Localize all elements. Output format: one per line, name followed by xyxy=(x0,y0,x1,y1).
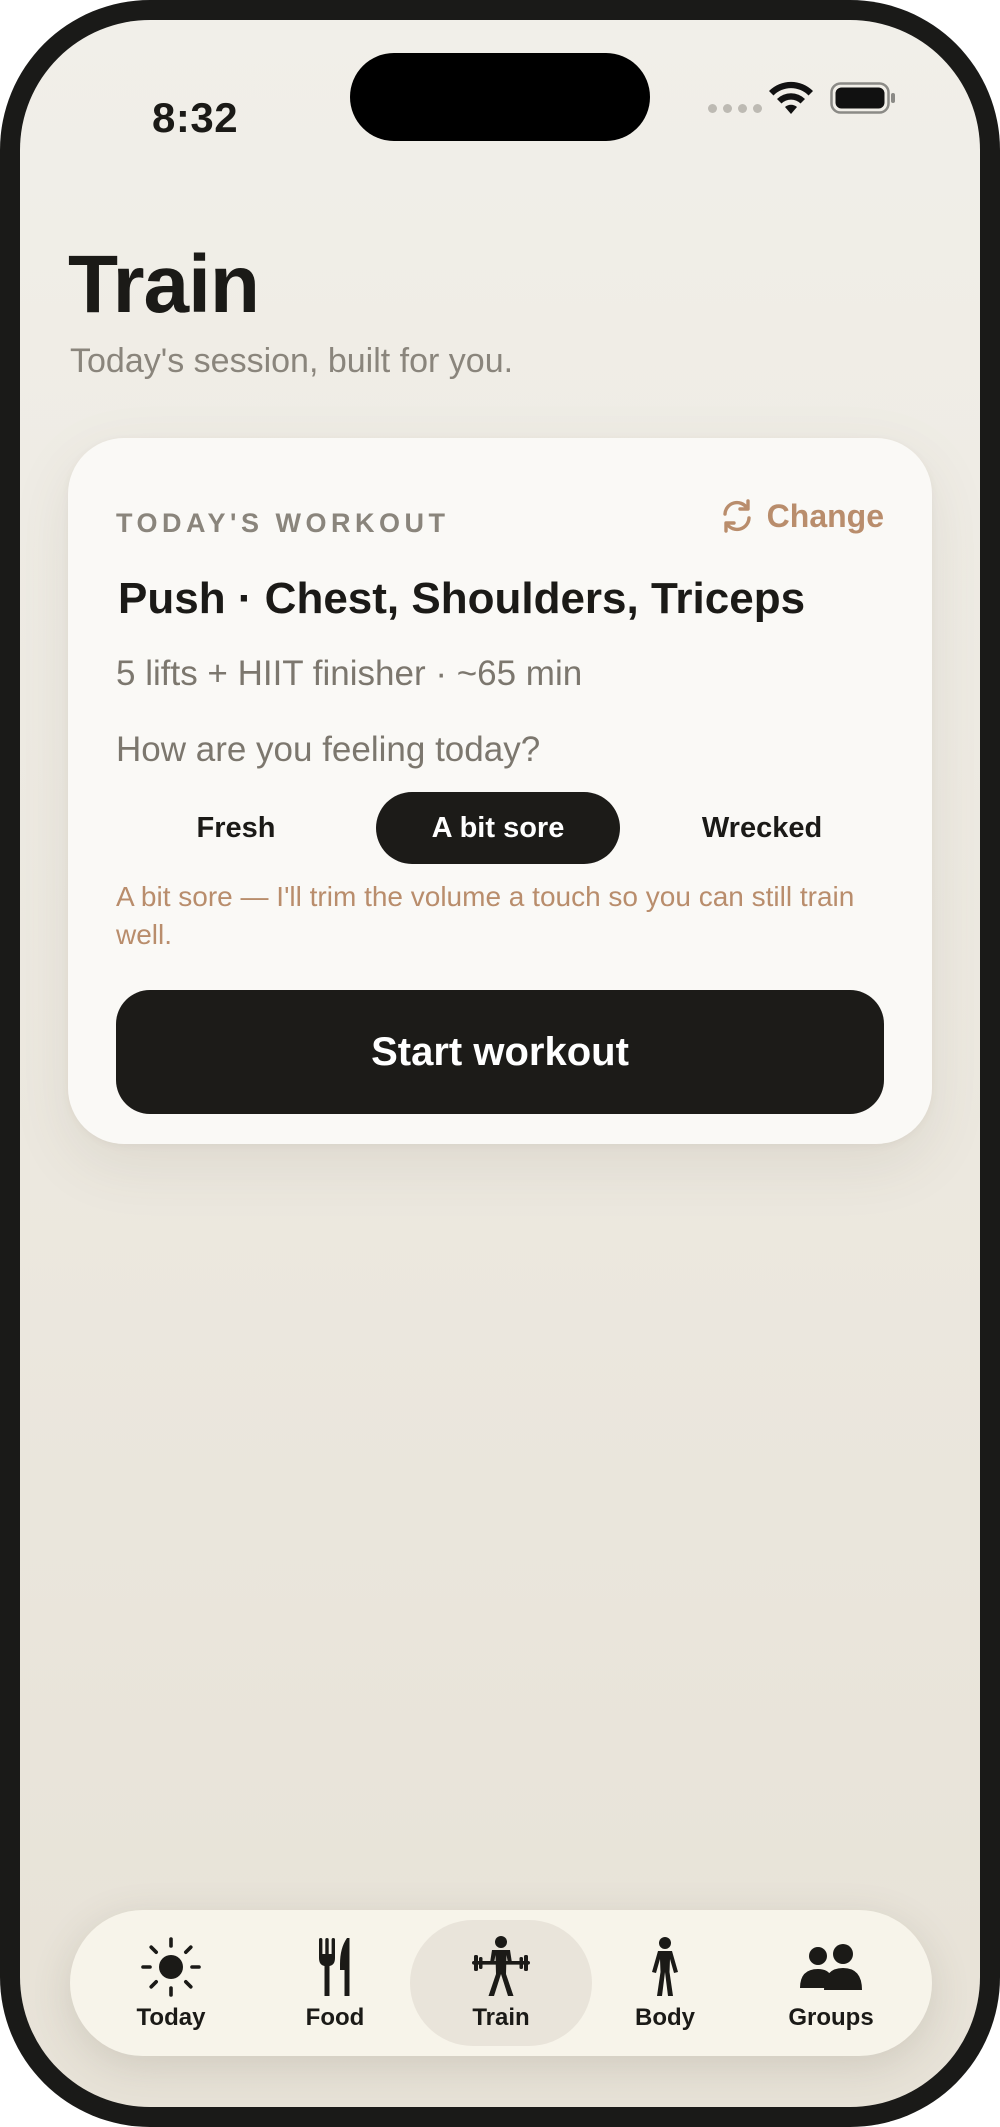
refresh-icon xyxy=(722,499,751,533)
fork-knife-icon xyxy=(319,1938,350,1996)
tab-body[interactable]: Body xyxy=(580,1920,750,2046)
mood-option-wrecked[interactable]: Wrecked xyxy=(640,792,884,864)
tab-label-body: Body xyxy=(635,2004,695,2031)
person-icon xyxy=(652,1937,678,1996)
change-workout-button[interactable]: Change xyxy=(717,496,884,536)
mood-option-a-bit-sore[interactable]: A bit sore xyxy=(376,792,620,864)
mood-note: A bit sore — I'll trim the volume a touc… xyxy=(116,881,855,950)
todays-workout-card: TODAY'S WORKOUT Change Push · Chest, Sho… xyxy=(68,438,932,1144)
feeling-question: How are you feeling today? xyxy=(116,730,541,769)
workout-meta: 5 lifts + HIIT finisher · ~65 min xyxy=(116,654,583,693)
phone-frame: 8:32 Train Today's session, built for yo… xyxy=(0,0,1000,2127)
tab-label-groups: Groups xyxy=(788,2004,874,2031)
screen: 8:32 Train Today's session, built for yo… xyxy=(20,20,980,2107)
tab-label-train: Train xyxy=(472,2004,530,2031)
tab-label-food: Food xyxy=(305,2004,365,2031)
battery-icon xyxy=(830,82,895,114)
tab-bar: Today Food Train Body Groups xyxy=(70,1910,932,2056)
change-label: Change xyxy=(766,497,884,534)
start-workout-button[interactable]: Start workout xyxy=(116,990,884,1114)
tab-groups[interactable]: Groups xyxy=(746,1920,916,2046)
weightlifter-icon xyxy=(472,1936,530,1996)
tab-today[interactable]: Today xyxy=(86,1920,256,2046)
wifi-icon xyxy=(769,81,813,114)
card-label: TODAY'S WORKOUT xyxy=(116,508,450,538)
cellular-signal-icon xyxy=(708,104,762,113)
tab-label-today: Today xyxy=(136,2004,206,2031)
mood-selector: Fresh A bit sore Wrecked xyxy=(116,792,884,864)
page-title: Train xyxy=(68,239,260,330)
dynamic-island xyxy=(350,53,650,141)
status-time: 8:32 xyxy=(152,94,239,141)
group-icon xyxy=(800,1944,862,1990)
tab-food[interactable]: Food xyxy=(250,1920,420,2046)
mood-option-fresh[interactable]: Fresh xyxy=(116,792,356,864)
page-subtitle: Today's session, built for you. xyxy=(70,342,514,380)
tab-train[interactable]: Train xyxy=(410,1920,592,2046)
sun-icon xyxy=(141,1937,201,1997)
workout-title: Push · Chest, Shoulders, Triceps xyxy=(118,574,806,623)
